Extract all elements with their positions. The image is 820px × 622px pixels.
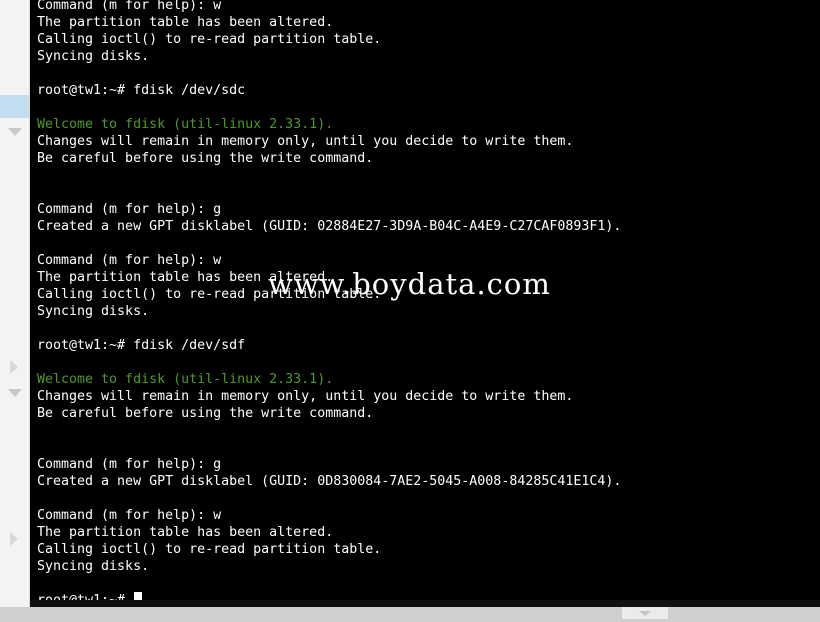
- terminal-line: The partition table has been altered.: [37, 525, 334, 540]
- terminal-line: Command (m for help): g: [37, 202, 222, 217]
- terminal-footer-band: [30, 600, 820, 607]
- terminal-window: Command (m for help): w The partition tab…: [0, 0, 820, 622]
- terminal-line: Created a new GPT disklabel (GUID: 02884…: [37, 219, 622, 234]
- status-bar: [0, 607, 820, 622]
- terminal-line: Be careful before using the write comman…: [37, 151, 374, 166]
- chevron-down-icon: [639, 611, 651, 616]
- terminal-line: Welcome to fdisk (util-linux 2.33.1).: [37, 372, 334, 387]
- triangle-right-icon[interactable]: [10, 532, 18, 546]
- terminal-line: Calling ioctl() to re-read partition tab…: [37, 32, 382, 47]
- terminal-line: Calling ioctl() to re-read partition tab…: [37, 542, 382, 557]
- terminal-line: Command (m for help): w: [37, 508, 222, 523]
- terminal-line: Changes will remain in memory only, unti…: [37, 389, 574, 404]
- terminal-line: root@tw1:~# fdisk /dev/sdc: [37, 83, 246, 98]
- terminal-line: The partition table has been altered.: [37, 15, 334, 30]
- triangle-down-icon[interactable]: [8, 389, 22, 397]
- terminal-line: Command (m for help): w: [37, 253, 222, 268]
- terminal-line: Syncing disks.: [37, 49, 150, 64]
- terminal-line: Created a new GPT disklabel (GUID: 0D830…: [37, 474, 622, 489]
- terminal-lines: Command (m for help): w The partition tab…: [37, 0, 820, 607]
- status-bar-dropdown[interactable]: [622, 607, 668, 619]
- terminal-line: Calling ioctl() to re-read partition tab…: [37, 287, 382, 302]
- terminal-line: root@tw1:~# fdisk /dev/sdf: [37, 338, 246, 353]
- terminal-line: Syncing disks.: [37, 559, 150, 574]
- gutter-current-line-highlight: [0, 95, 29, 118]
- terminal-line: Be careful before using the write comman…: [37, 406, 374, 421]
- terminal-line: The partition table has been altered.: [37, 270, 334, 285]
- terminal-line: Command (m for help): g: [37, 457, 222, 472]
- triangle-right-icon[interactable]: [10, 360, 18, 374]
- terminal-line: Changes will remain in memory only, unti…: [37, 134, 574, 149]
- terminal-line: Command (m for help): w: [37, 0, 222, 13]
- editor-gutter: [0, 0, 30, 607]
- terminal-line: Syncing disks.: [37, 304, 150, 319]
- terminal-line: Welcome to fdisk (util-linux 2.33.1).: [37, 117, 334, 132]
- terminal-output-pane[interactable]: Command (m for help): w The partition tab…: [30, 0, 820, 607]
- triangle-down-icon[interactable]: [8, 128, 22, 136]
